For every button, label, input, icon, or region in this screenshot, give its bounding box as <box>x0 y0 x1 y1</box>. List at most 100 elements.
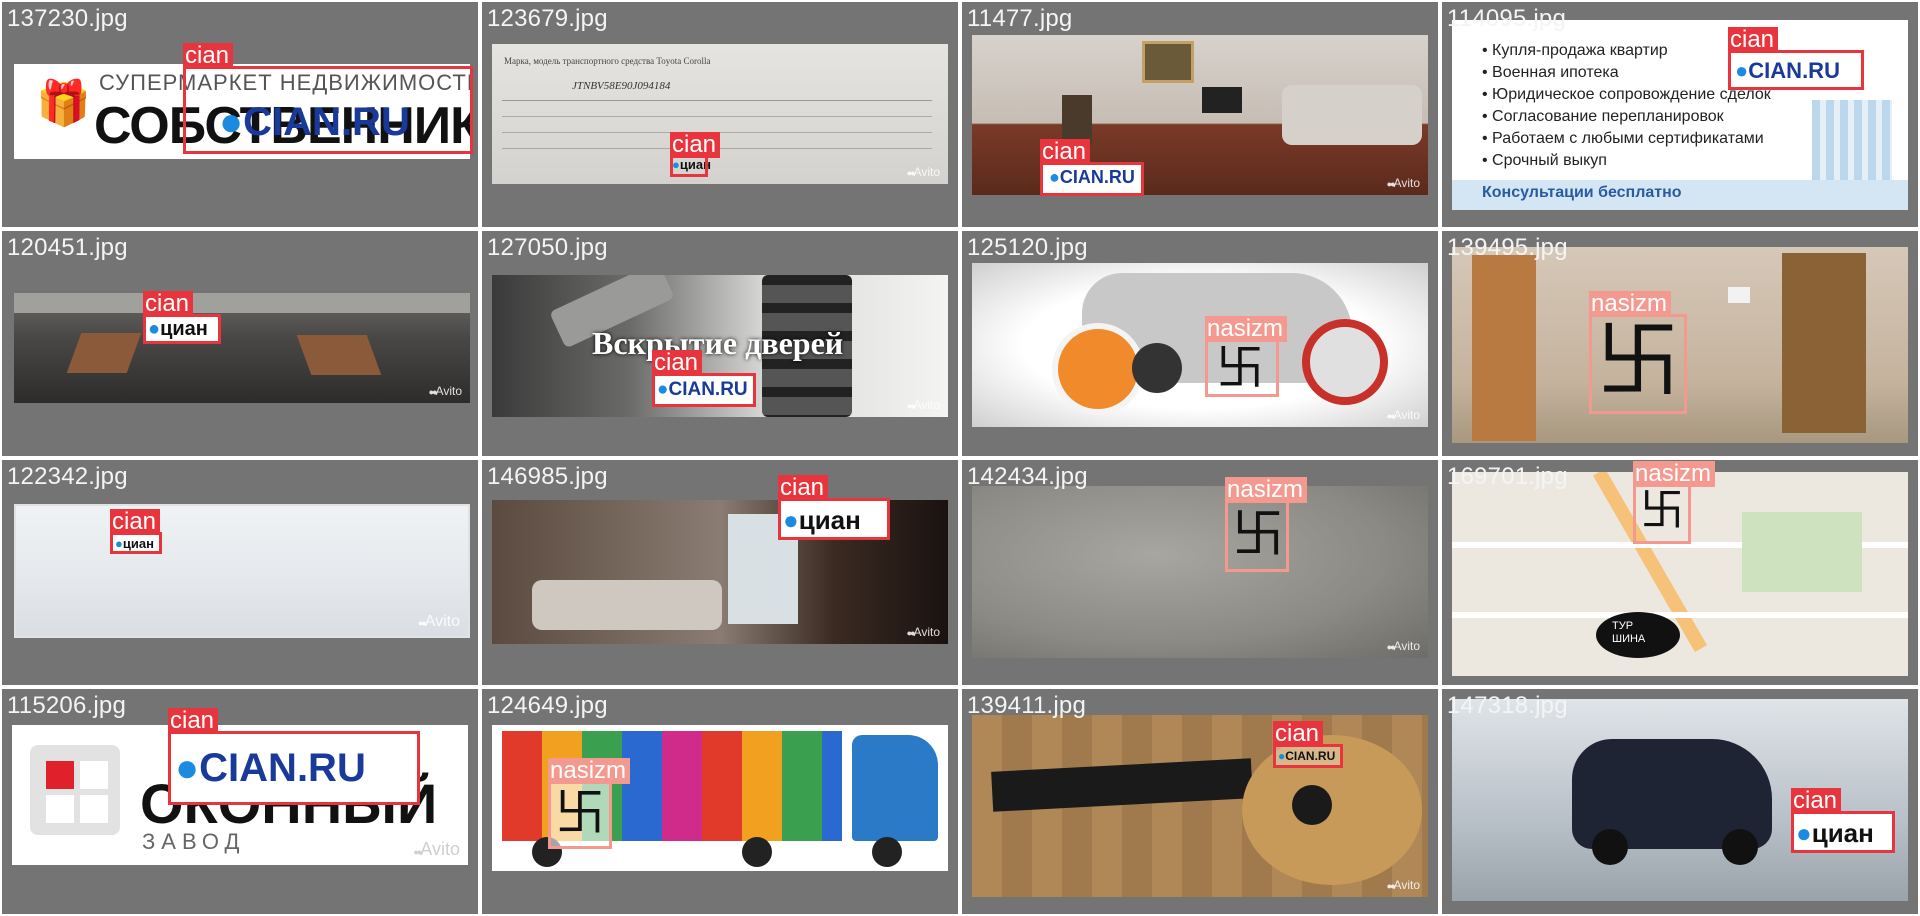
grid-tile[interactable]: • Купля-продажа квартир • Военная ипотек… <box>1442 2 1918 227</box>
grid-tile[interactable]: 123679.jpg Марка, модель транспортного с… <box>482 2 958 227</box>
swastika-symbol: 卐 <box>1216 340 1265 396</box>
grid-tile[interactable]: 115206.jpg ОКОННЫЙ ЗАВОД Avito cian ●CIA… <box>2 689 478 914</box>
avito-watermark: Avito <box>418 613 460 631</box>
detection-label: nasizm <box>1205 316 1288 342</box>
detection-box: cian ●циан <box>143 291 221 344</box>
cian-logo: ●циан <box>115 536 154 551</box>
cian-logo: ●CIAN.RU <box>1278 749 1336 763</box>
cian-logo: ●CIAN.RU <box>657 379 748 400</box>
detection-label: cian <box>110 509 161 535</box>
image-grid: 137230.jpg 🎁 СУПЕРМАРКЕТ НЕДВИЖИМОСТИ СО… <box>0 0 1920 916</box>
detection-box: cian <box>670 132 721 177</box>
grid-tile[interactable]: ТУР ШИНА 169701.jpg nasizm 卐 <box>1442 460 1918 685</box>
list-item: • Срочный выкуп <box>1482 152 1607 169</box>
detection-label: nasizm <box>1633 461 1716 487</box>
grid-tile[interactable]: 124649.jpg Avito nasizm 卐 <box>482 689 958 914</box>
filename-label: 139411.jpg <box>967 692 1086 719</box>
detection-box: nasizm 卐 <box>1633 461 1716 544</box>
filename-label: 114095.jpg <box>1447 5 1566 32</box>
detection-box: cian ●CIAN.RU <box>168 708 420 805</box>
grid-tile[interactable]: 137230.jpg 🎁 СУПЕРМАРКЕТ НЕДВИЖИМОСТИ СО… <box>2 2 478 227</box>
detection-label: cian <box>670 132 721 158</box>
filename-label: 125120.jpg <box>967 234 1088 261</box>
grid-tile[interactable]: 122342.jpg Avito cian ●циан <box>2 460 478 685</box>
gift-icon: 🎁 <box>36 78 91 129</box>
map-bubble-text: ТУР ШИНА <box>1612 620 1646 645</box>
grid-tile[interactable]: 139495.jpg nasizm 卐 <box>1442 231 1918 456</box>
detection-label: cian <box>652 350 703 376</box>
cian-logo: ●CIAN.RU <box>1735 58 1840 83</box>
list-item: • Согласование перепланировок <box>1482 108 1724 125</box>
pin-icon: ● <box>148 318 161 340</box>
filename-label: 115206.jpg <box>7 692 126 719</box>
footer-text: Консультации бесплатно <box>1482 184 1682 201</box>
detection-label: cian <box>183 43 234 69</box>
filename-label: 122342.jpg <box>7 463 128 490</box>
thumbnail-image: Avito <box>14 293 470 403</box>
cian-logo: ●CIAN.RU <box>1049 167 1135 187</box>
thumbnail-image: • Купля-продажа квартир • Военная ипотек… <box>1452 20 1908 210</box>
filename-label: 146985.jpg <box>487 463 608 490</box>
filename-label: 120451.jpg <box>7 234 128 261</box>
detection-box: nasizm 卐 <box>548 758 631 849</box>
grid-tile[interactable]: 120451.jpg Avito cian ●циан <box>2 231 478 456</box>
thumbnail-image: Avito <box>972 486 1428 658</box>
cian-logo: ●циан <box>1796 818 1874 848</box>
grid-tile[interactable]: 142434.jpg Avito nasizm 卐 <box>962 460 1438 685</box>
detection-label: cian <box>1273 721 1324 747</box>
grid-tile[interactable]: 127050.jpg Вскрытие дверей Avito cian ●C… <box>482 231 958 456</box>
detection-label: cian <box>778 475 829 501</box>
detection-box: cian <box>183 43 473 154</box>
detection-box: cian ●циан <box>1791 788 1895 853</box>
detection-box: nasizm 卐 <box>1225 477 1308 572</box>
cian-logo: ●CIAN.RU <box>175 746 366 790</box>
detection-label: cian <box>1728 27 1779 53</box>
avito-watermark: Avito <box>413 839 460 860</box>
detection-box: cian ●циан <box>110 509 162 554</box>
swastika-symbol: 卐 <box>1640 485 1684 536</box>
grid-tile[interactable]: 147318.jpg cian ●циан <box>1442 689 1918 914</box>
cian-logo: ●циан <box>783 505 861 535</box>
filename-label: 123679.jpg <box>487 5 608 32</box>
avito-watermark: Avito <box>429 384 462 398</box>
filename-label: 11477.jpg <box>967 5 1073 32</box>
avito-watermark: Avito <box>907 852 940 866</box>
thumbnail-image: Avito <box>14 504 470 638</box>
grid-tile[interactable]: 139411.jpg Avito cian ●CIAN.RU <box>962 689 1438 914</box>
document-text: Марка, модель транспортного средства Toy… <box>504 56 711 66</box>
filename-label: 169701.jpg <box>1447 463 1568 490</box>
pin-icon: ● <box>657 379 669 400</box>
grid-tile[interactable]: 146985.jpg Avito cian ●циан <box>482 460 958 685</box>
detection-label: cian <box>1040 139 1091 165</box>
avito-watermark: Avito <box>1387 408 1420 422</box>
filename-label: 137230.jpg <box>7 5 128 32</box>
pin-icon: ● <box>1735 58 1749 83</box>
avito-watermark: Avito <box>907 165 940 179</box>
cian-logo: ●циан <box>148 318 208 340</box>
thumbnail-image: Avito <box>972 263 1428 427</box>
filename-label: 147318.jpg <box>1447 692 1568 719</box>
avito-watermark: Avito <box>907 398 940 412</box>
detection-label: nasizm <box>1225 477 1308 503</box>
detection-box: nasizm 卐 <box>1589 291 1687 414</box>
avito-watermark: Avito <box>1387 176 1420 190</box>
detection-label: cian <box>168 708 219 734</box>
grid-tile[interactable]: 11477.jpg Avito cian ●CIAN.RU <box>962 2 1438 227</box>
filename-label: 139495.jpg <box>1447 234 1568 261</box>
detection-box: cian ●CIAN.RU <box>652 350 756 407</box>
swastika-symbol: 卐 <box>555 784 605 842</box>
detection-label: cian <box>143 291 194 317</box>
thumbnail-image: Марка, модель транспортного средства Toy… <box>492 44 948 184</box>
thumbnail-image: Avito <box>972 715 1428 897</box>
list-item: • Работаем с любыми сертификатами <box>1482 130 1764 147</box>
detection-box: cian ●CIAN.RU <box>1728 27 1864 90</box>
filename-label: 142434.jpg <box>967 463 1088 490</box>
detection-label: cian <box>1791 788 1842 814</box>
pin-icon: ● <box>1796 818 1812 848</box>
swastika-symbol: 卐 <box>1596 312 1681 410</box>
overlay-text: Вскрытие дверей <box>592 325 844 361</box>
detection-box: cian ●CIAN.RU <box>1273 721 1343 768</box>
detection-box: cian ●CIAN.RU <box>1040 139 1144 196</box>
detection-box: nasizm 卐 <box>1205 316 1288 397</box>
grid-tile[interactable]: 125120.jpg Avito nasizm 卐 <box>962 231 1438 456</box>
